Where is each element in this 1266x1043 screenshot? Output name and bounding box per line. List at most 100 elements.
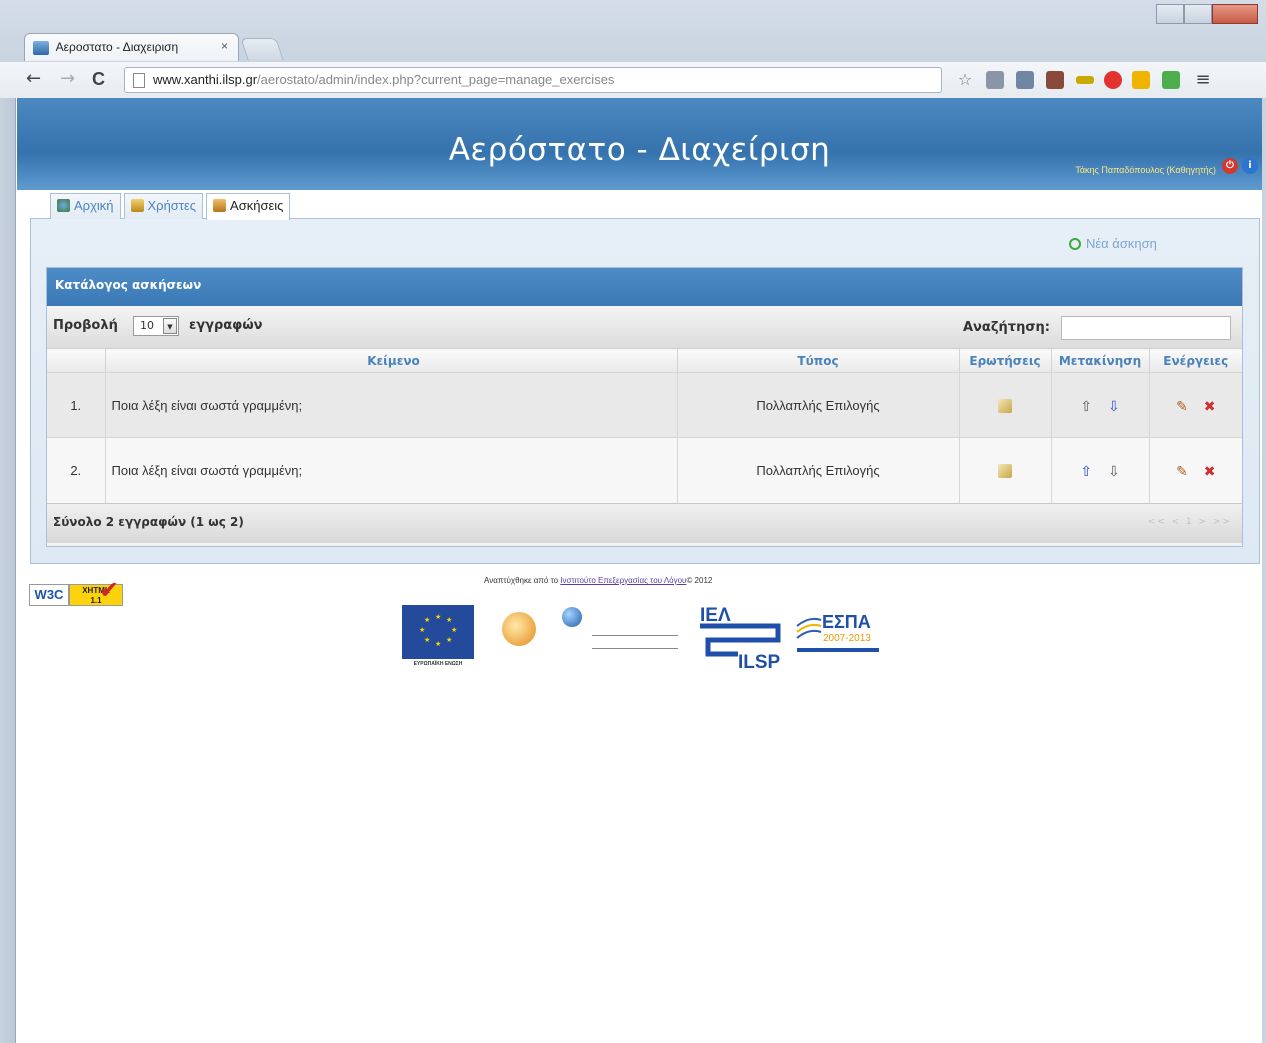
page-icon bbox=[133, 73, 145, 88]
edit-icon[interactable]: ✎ bbox=[1175, 399, 1189, 413]
exercise-text: Ποια λέξη είναι σωστά γραμμένη; bbox=[105, 372, 678, 438]
browser-menu-icon[interactable]: ≡ bbox=[1194, 71, 1212, 89]
ministry-logo bbox=[562, 607, 682, 657]
exercise-table: Κείμενο Τύπος Ερωτήσεις Μετακίνηση Ενέργ… bbox=[47, 348, 1242, 503]
admin-nav: Αρχική Χρήστες Ασκήσεις bbox=[50, 193, 293, 220]
close-window-button[interactable] bbox=[1212, 4, 1258, 24]
table-row: 2. Ποια λέξη είναι σωστά γραμμένη; Πολλα… bbox=[47, 437, 1242, 503]
exercise-type: Πολλαπλής Επιλογής bbox=[677, 372, 960, 438]
espa-logo-graphic: ΕΣΠΑ 2007-2013 bbox=[796, 612, 879, 652]
eu-flag: ★ ★ ★ ★ ★ ★ ★ ★ bbox=[402, 605, 474, 659]
espa-logo: ΕΣΠΑ 2007-2013 bbox=[795, 608, 881, 658]
extension-icon[interactable] bbox=[1046, 71, 1064, 89]
maximize-button[interactable] bbox=[1184, 4, 1212, 24]
ilsp-link[interactable]: Ινστιτούτο Επεξεργασίας του Λόγου bbox=[560, 576, 686, 585]
exercise-text: Ποια λέξη είναι σωστά γραμμένη; bbox=[105, 437, 678, 503]
delete-icon[interactable]: ✖ bbox=[1203, 399, 1217, 413]
exercise-list: Κατάλογος ασκήσεων Προβολή 10 ▼ εγγραφών… bbox=[46, 267, 1243, 547]
show-label: Προβολή bbox=[53, 318, 118, 333]
gmail-extension-icon[interactable] bbox=[986, 71, 1004, 89]
emblem-icon bbox=[502, 612, 536, 646]
w3c-xhtml-badge[interactable]: W3C XHTML 1.1 ✔ bbox=[29, 576, 127, 610]
window-controls bbox=[1156, 4, 1258, 24]
iel-logo-graphic: ΙΕΛ ILSP bbox=[700, 605, 781, 673]
row-number: 1. bbox=[47, 372, 106, 438]
url-host: www.xanthi.ilsp.gr bbox=[153, 72, 258, 87]
home-extension-icon[interactable] bbox=[1162, 71, 1180, 89]
eu-logo: ★ ★ ★ ★ ★ ★ ★ ★ ΕΥΡΩΠΑΪΚΗ ΕΝΩΣΗ bbox=[402, 605, 474, 671]
extension-icon[interactable] bbox=[1132, 71, 1150, 89]
delete-icon[interactable]: ✖ bbox=[1203, 464, 1217, 478]
column-header-move: Μετακίνηση bbox=[1051, 348, 1150, 373]
edit-questions-icon[interactable] bbox=[998, 464, 1012, 479]
move-up-icon[interactable]: ⇧ bbox=[1079, 464, 1093, 478]
close-tab-icon[interactable]: × bbox=[221, 39, 228, 53]
iel-ilsp-logo: ΙΕΛ ILSP bbox=[698, 604, 784, 673]
reload-button[interactable]: C bbox=[92, 69, 105, 89]
exercises-icon bbox=[213, 199, 227, 212]
browser-chrome: Αεροστατο - Διαχειριση × ← → C www.xanth… bbox=[0, 0, 1266, 98]
browser-tab[interactable]: Αεροστατο - Διαχειριση × bbox=[24, 33, 239, 61]
address-bar[interactable]: www.xanthi.ilsp.gr/aerostato/admin/index… bbox=[124, 67, 942, 93]
new-tab-button[interactable] bbox=[240, 38, 284, 60]
list-title: Κατάλογος ασκήσεων bbox=[47, 268, 1242, 306]
logout-icon[interactable]: ⏻ bbox=[1222, 158, 1238, 174]
column-header-number bbox=[47, 348, 106, 373]
window-frame-right bbox=[1262, 98, 1266, 1043]
page-title: Αερόστατο - Διαχείριση bbox=[448, 132, 831, 168]
move-down-icon[interactable]: ⇩ bbox=[1107, 399, 1121, 413]
tab-label: Ασκήσεις bbox=[230, 198, 284, 213]
extension-icon[interactable] bbox=[1016, 71, 1034, 89]
w3c-logo: W3C bbox=[29, 584, 69, 606]
eu-caption: ΕΥΡΩΠΑΪΚΗ ΕΝΩΣΗ bbox=[413, 661, 463, 667]
forward-button[interactable]: → bbox=[60, 69, 75, 89]
table-row: 1. Ποια λέξη είναι σωστά γραμμένη; Πολλα… bbox=[47, 372, 1242, 438]
exercise-type: Πολλαπλής Επιλογής bbox=[677, 437, 960, 503]
move-down-icon[interactable]: ⇩ bbox=[1107, 464, 1121, 478]
page-size-value: 10 bbox=[140, 319, 154, 332]
total-records: Σύνολο 2 εγγραφών (1 ως 2) bbox=[53, 514, 244, 529]
tab-home[interactable]: Αρχική bbox=[50, 193, 121, 219]
content-panel: Νέα άσκηση Κατάλογος ασκήσεων Προβολή 10… bbox=[30, 218, 1260, 564]
edit-icon[interactable]: ✎ bbox=[1175, 464, 1189, 478]
tab-label: Αρχική bbox=[74, 198, 114, 213]
questions-cell bbox=[959, 437, 1052, 503]
tab-exercises[interactable]: Ασκήσεις bbox=[206, 193, 291, 220]
new-exercise-link[interactable]: Νέα άσκηση bbox=[1069, 236, 1157, 251]
column-header-type[interactable]: Τύπος bbox=[677, 348, 960, 373]
extension-icon[interactable] bbox=[1076, 76, 1094, 84]
tab-users[interactable]: Χρήστες bbox=[123, 193, 204, 219]
search-input[interactable] bbox=[1061, 316, 1231, 340]
iel-text: ΙΕΛ bbox=[700, 605, 731, 626]
user-info[interactable]: Τάκης Παπαδόπουλος (Καθηγητής) bbox=[1075, 165, 1216, 175]
column-header-actions: Ενέργειες bbox=[1149, 348, 1242, 373]
pagination[interactable]: << < 1 > >> bbox=[1148, 517, 1232, 527]
page-header: Αερόστατο - Διαχείριση Τάκης Παπαδόπουλο… bbox=[17, 98, 1262, 190]
ilsp-text: ILSP bbox=[738, 652, 781, 670]
window-frame-left bbox=[0, 98, 16, 1043]
browser-tab-title: Αεροστατο - Διαχειριση bbox=[55, 40, 179, 54]
actions-cell: ✎ ✖ bbox=[1149, 372, 1242, 438]
add-icon bbox=[1069, 237, 1081, 250]
page-size-select[interactable]: 10 ▼ bbox=[133, 316, 179, 336]
column-header-text[interactable]: Κείμενο bbox=[105, 348, 678, 373]
move-up-icon[interactable]: ⇧ bbox=[1079, 399, 1093, 413]
questions-cell bbox=[959, 372, 1052, 438]
checkmark-icon: ✔ bbox=[99, 576, 120, 604]
home-icon bbox=[57, 199, 70, 212]
back-button[interactable]: ← bbox=[26, 69, 41, 89]
move-cell: ⇧ ⇩ bbox=[1051, 437, 1150, 503]
espa-years: 2007-2013 bbox=[823, 633, 871, 644]
list-footer: Σύνολο 2 εγγραφών (1 ως 2) << < 1 > >> bbox=[47, 502, 1242, 543]
actions-cell: ✎ ✖ bbox=[1149, 437, 1242, 503]
espa-text: ΕΣΠΑ bbox=[822, 612, 871, 632]
search-label: Αναζήτηση: bbox=[963, 320, 1050, 335]
credits: Αναπτύχθηκε από το Ινστιτούτο Επεξεργασί… bbox=[484, 576, 712, 585]
credits-suffix: © 2012 bbox=[686, 576, 713, 585]
info-icon[interactable]: i bbox=[1242, 158, 1258, 174]
ilsp-emblem bbox=[498, 612, 540, 664]
bookmark-star-icon[interactable]: ☆ bbox=[956, 71, 974, 89]
edit-questions-icon[interactable] bbox=[998, 398, 1012, 413]
opera-extension-icon[interactable] bbox=[1104, 71, 1122, 89]
minimize-button[interactable] bbox=[1156, 4, 1184, 24]
